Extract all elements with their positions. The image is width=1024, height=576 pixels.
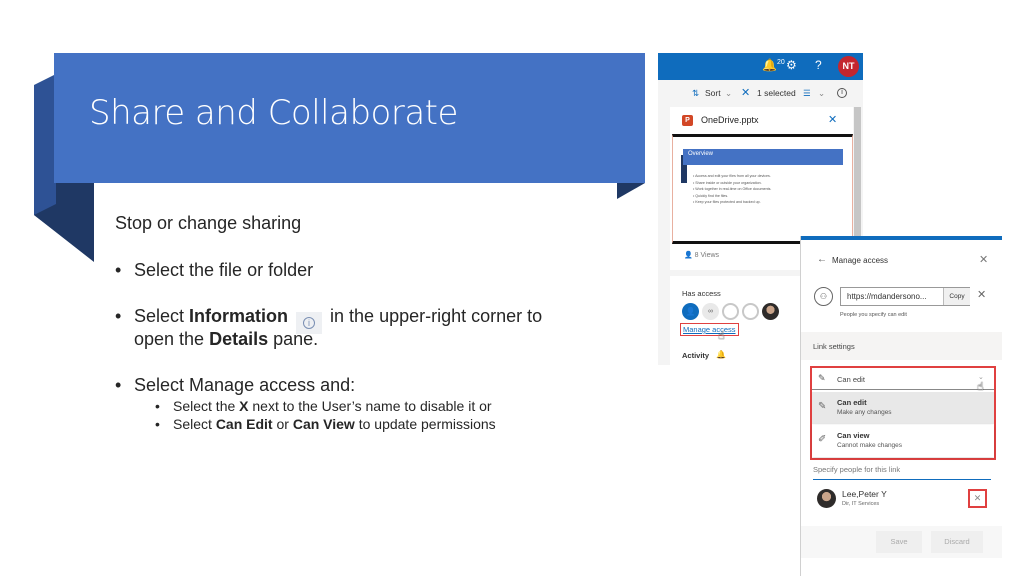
user-role: Dir, IT Services — [842, 501, 880, 507]
person-icon[interactable]: 👤 — [682, 303, 699, 320]
has-access-label: Has access — [682, 289, 721, 298]
option-title: Can view — [837, 431, 870, 440]
pencil-icon: ✎ — [818, 401, 827, 412]
help-icon[interactable]: ? — [815, 58, 822, 72]
thumbnail-line: • Work together in real-time on Office d… — [693, 187, 772, 191]
sort-button[interactable]: Sort — [705, 88, 721, 98]
avatar-photo[interactable] — [762, 303, 779, 320]
bold-can-edit: Can Edit — [215, 416, 273, 432]
details-header: P OneDrive.pptx ✕ — [670, 107, 853, 133]
link-url: https://mdandersono... — [847, 292, 927, 301]
option-title: Can edit — [837, 398, 867, 407]
permission-dropdown[interactable]: ✎ Can edit ⌄ ☝ ✎ Can edit Make any chang… — [810, 366, 996, 460]
text-fragment: Select the — [173, 398, 240, 414]
bold-information: Information — [189, 306, 289, 326]
close-icon[interactable]: ✕ — [979, 253, 988, 266]
text-fragment: in the upper-right corner to — [330, 306, 543, 326]
sort-icon: ⇅ — [692, 88, 700, 98]
subheading: Stop or change sharing — [115, 213, 302, 233]
text-fragment: to update permissions — [354, 416, 496, 432]
link-description: People you specify can edit — [840, 312, 907, 318]
user-avatar — [817, 489, 836, 508]
manage-access-screenshot: ← Manage access ✕ ⚇ https://mdandersono.… — [800, 236, 1002, 576]
bullet-text-line2: open the Details pane. — [134, 328, 318, 351]
user-name: Lee,Peter Y — [842, 489, 887, 499]
option-subtitle: Make any changes — [837, 409, 892, 416]
bold-x: X — [239, 398, 249, 414]
permission-select[interactable]: ✎ Can edit ⌄ ☝ — [812, 368, 994, 393]
notification-count: 20 — [776, 59, 785, 66]
sub-bullet-dot: • — [155, 398, 160, 414]
copy-button[interactable]: Copy — [943, 288, 970, 305]
text-fragment: next to the User’s name to disable it or — [248, 398, 492, 414]
thumbnail-line: • Access and edit your files from all yo… — [693, 174, 771, 178]
slide-title: Share and Collaborate — [89, 93, 458, 133]
remove-user-icon[interactable]: ✕ — [968, 489, 987, 508]
bell-icon[interactable]: 🔔 — [716, 350, 726, 359]
bullet-dot: • — [115, 260, 122, 280]
suite-header: 🔔20 ⚙ ? NT — [658, 53, 863, 80]
file-thumbnail: Overview • Access and edit your files fr… — [672, 134, 853, 244]
no-edit-icon: ✐ — [818, 434, 827, 445]
bullet-dot: • — [115, 375, 122, 395]
avatar-placeholder[interactable] — [742, 303, 759, 320]
avatar[interactable]: NT — [838, 56, 859, 77]
bell-icon[interactable]: 🔔20 — [762, 58, 785, 72]
access-avatars: 👤 ∞ — [682, 303, 802, 321]
link-settings-label: Link settings — [813, 342, 855, 351]
thumbnail-line: • Keep your files protected and backed u… — [693, 200, 761, 204]
link-icon[interactable]: ∞ — [702, 303, 719, 320]
footer-actions: Save Discard — [801, 526, 1002, 558]
sub-bullet-text: Select the X next to the User’s name to … — [173, 397, 492, 415]
people-link-icon: ⚇ — [814, 287, 833, 306]
bullet-dot: • — [115, 306, 122, 326]
activity-label: Activity — [682, 351, 710, 360]
powerpoint-file-icon: P — [682, 115, 693, 126]
text-fragment: Select — [173, 416, 216, 432]
text-fragment: pane. — [268, 329, 319, 349]
bold-can-view: Can View — [292, 416, 355, 432]
option-can-view[interactable]: ✐ Can view Cannot make changes — [812, 425, 994, 457]
views-count: 👤 8 Views — [684, 252, 720, 259]
text-fragment: open the — [134, 329, 210, 349]
close-icon[interactable]: ✕ — [828, 113, 837, 126]
avatar-placeholder[interactable] — [722, 303, 739, 320]
bullet-text: Select Manage access and: — [134, 375, 356, 395]
bold-details: Details — [209, 329, 269, 349]
chevron-down-icon: ⌄ — [818, 88, 826, 98]
selection-count: 1 selected — [757, 88, 796, 98]
remove-link-icon[interactable]: ✕ — [977, 288, 986, 301]
file-name: OneDrive.pptx — [701, 115, 759, 125]
info-icon[interactable]: i — [837, 88, 847, 98]
text-fragment: Select — [134, 306, 190, 326]
view-options-icon[interactable]: ☰ — [803, 88, 811, 99]
sub-bullet-text: Select Can Edit or Can View to update pe… — [173, 415, 496, 433]
bullet-text: Select the file or folder — [134, 260, 314, 280]
thumbnail-bullets: • Access and edit your files from all yo… — [693, 173, 771, 206]
command-bar: ⇅ Sort ⌄ ✕ 1 selected ☰ ⌄ i — [658, 80, 863, 106]
link-url-field[interactable]: https://mdandersono... Copy — [840, 287, 970, 306]
hand-cursor-icon: ☝ — [718, 330, 725, 342]
thumbnail-title: Overview — [688, 151, 714, 157]
ribbon-fold-right — [617, 183, 645, 199]
manage-access-title: Manage access — [832, 256, 889, 265]
pencil-icon: ✎ — [818, 373, 826, 383]
save-button[interactable]: Save — [876, 531, 922, 553]
discard-button[interactable]: Discard — [931, 531, 983, 553]
option-subtitle: Cannot make changes — [837, 442, 903, 449]
specify-people-input[interactable]: Specify people for this link — [813, 465, 991, 480]
selected-permission: Can edit — [837, 375, 865, 384]
text-fragment: or — [272, 416, 293, 432]
gear-icon[interactable]: ⚙ — [786, 58, 797, 72]
link-settings-header: Link settings — [801, 332, 1002, 360]
option-can-edit[interactable]: ✎ Can edit Make any changes — [812, 392, 994, 424]
clear-selection-icon[interactable]: ✕ — [741, 86, 750, 99]
chevron-down-icon: ⌄ — [725, 88, 733, 98]
sub-bullet-dot: • — [155, 416, 160, 432]
accent-line — [801, 236, 1002, 240]
manage-access-link[interactable]: Manage access — [680, 323, 739, 336]
back-arrow-icon[interactable]: ← — [817, 254, 827, 265]
